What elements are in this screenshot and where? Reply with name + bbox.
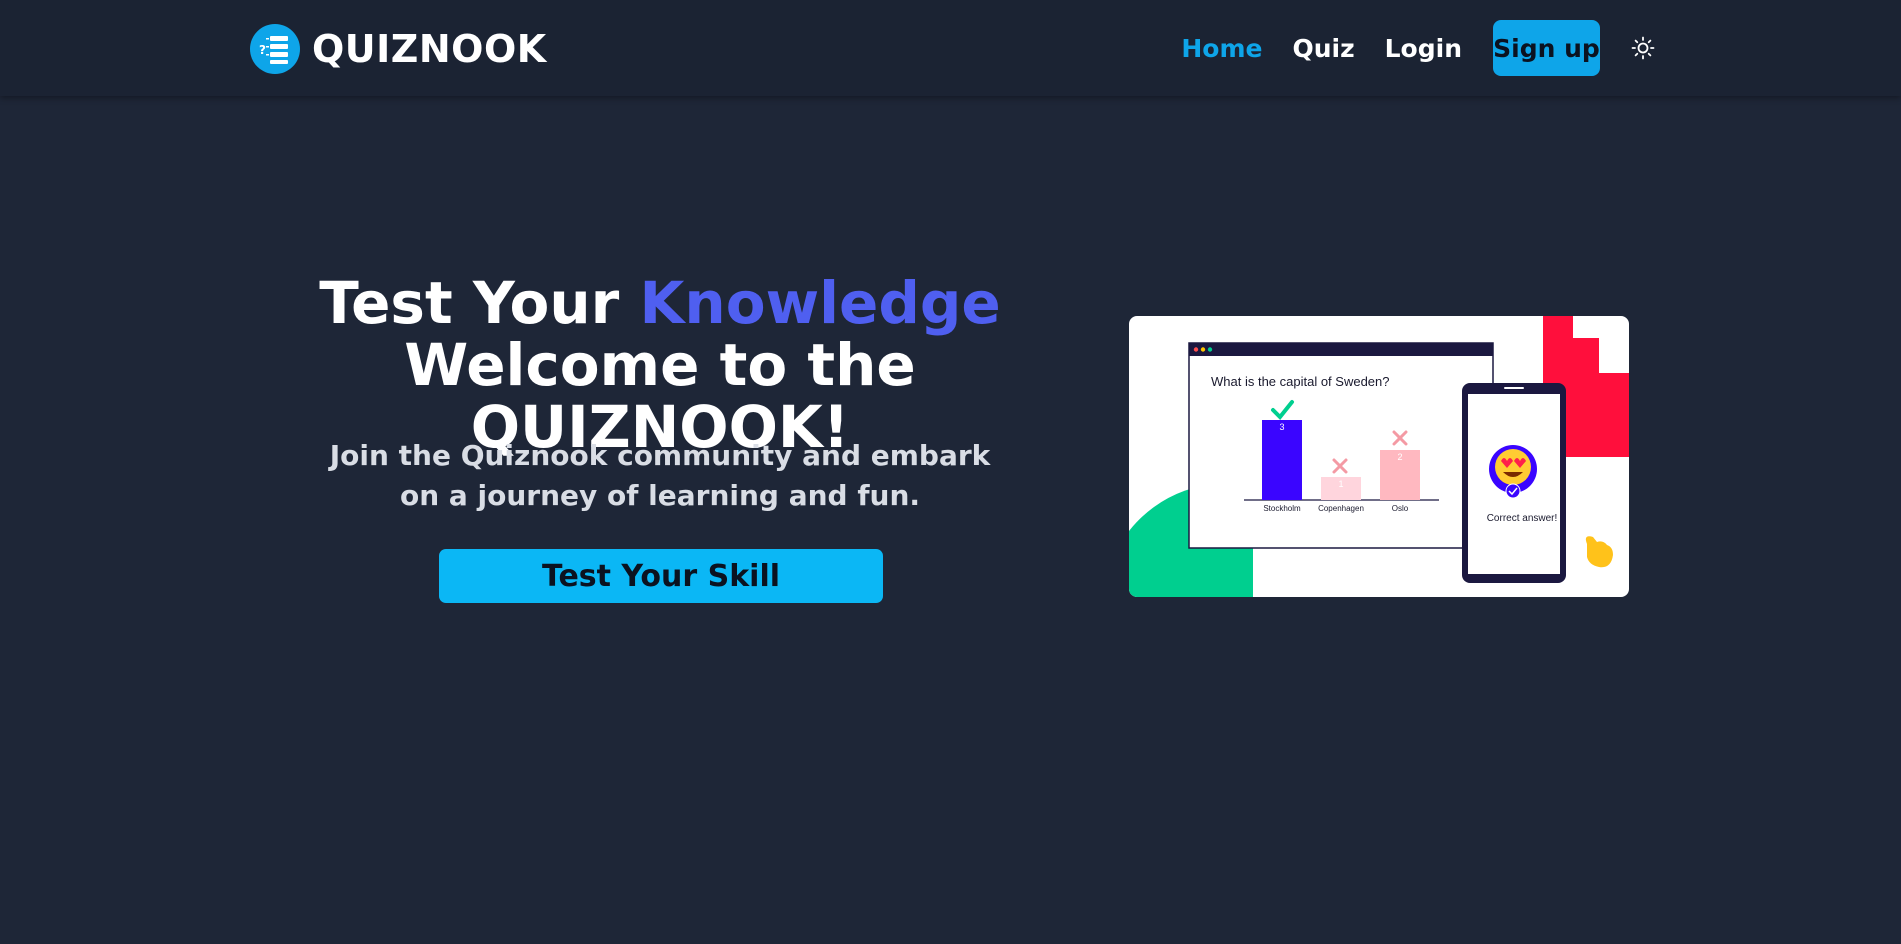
illustration-question: What is the capital of Sweden? [1211, 374, 1390, 389]
illustration-vote-copenhagen: 1 [1338, 479, 1344, 489]
illustration-label-copenhagen: Copenhagen [1318, 504, 1364, 513]
hero-subtitle-line2: on a journey of learning and fun. [399, 479, 921, 512]
nav-home-link[interactable]: Home [1181, 34, 1262, 63]
nav-login-link[interactable]: Login [1385, 34, 1462, 63]
brand-name: QUIZNOOK [312, 27, 547, 71]
brand[interactable]: ? QUIZNOOK [250, 24, 547, 74]
svg-text:?: ? [259, 43, 266, 57]
signup-button[interactable]: Sign up [1493, 20, 1600, 76]
nav-quiz-link[interactable]: Quiz [1292, 34, 1354, 63]
quiz-illustration-graphic [1129, 316, 1629, 597]
test-your-skill-button[interactable]: Test Your Skill [439, 549, 883, 603]
quiz-logo-icon: ? [250, 24, 300, 74]
sun-icon[interactable] [1630, 35, 1656, 61]
illustration-vote-oslo: 2 [1397, 452, 1403, 462]
hero-subtitle: Join the Quiznook community and embark o… [300, 436, 1020, 516]
illustration-label-oslo: Oslo [1391, 504, 1409, 513]
illustration-vote-stockholm: 3 [1279, 422, 1285, 432]
nav-links: Home Quiz Login Sign up [1181, 20, 1656, 76]
hero-title: Test Your Knowledge Welcome to the QUIZN… [240, 272, 1080, 458]
illustration-label-stockholm: Stockholm [1263, 504, 1301, 513]
hero-title-prefix: Test Your [319, 269, 640, 337]
navbar: ? QUIZNOOK Home Quiz Login Sign up [0, 0, 1901, 96]
hero-subtitle-line1: Join the Quiznook community and embark [329, 439, 991, 472]
illustration-correct-answer: Correct answer! [1486, 513, 1558, 524]
hero-illustration: What is the capital of Sweden? 3 1 2 Sto… [1129, 316, 1629, 597]
hero-title-accent: Knowledge [639, 269, 1001, 337]
